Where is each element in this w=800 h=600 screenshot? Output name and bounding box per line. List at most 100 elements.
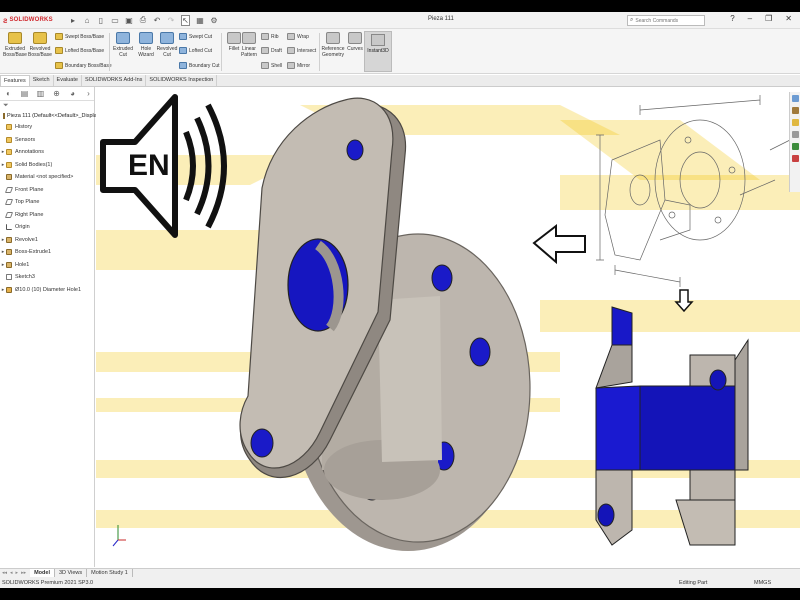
last-tab-icon[interactable]: ▸▸ <box>21 570 26 576</box>
rib-icon <box>261 33 269 40</box>
solidworks-window: ƨ SOLIDWORKS ▸ ⌂ ▯ ▭ ▣ ⎙ ↶ ↷ ↖ ▦ ⚙ Pieza… <box>0 0 800 600</box>
feature-tree-item[interactable]: ▸ Hole1 <box>0 259 94 272</box>
search-input[interactable] <box>635 17 696 24</box>
swept-cut-button[interactable]: Swept Cut <box>179 32 212 41</box>
yellow-overlay-shapes <box>96 105 800 528</box>
draft-label: Draft <box>271 47 282 54</box>
tab-addins[interactable]: SOLIDWORKS Add-Ins <box>82 75 147 86</box>
curves-button[interactable]: Curves <box>344 32 366 52</box>
expand-arrow-icon[interactable]: ▸ <box>69 16 77 25</box>
graphics-area[interactable]: EN ⌕ ⊕ ⤺ ◧ ◈ ◆ ◉ ● ◍ <box>96 87 800 567</box>
feature-tree-root[interactable]: Pieza 111 (Default<<Default>_Display <box>0 111 100 121</box>
display-manager-icon[interactable]: ◕ <box>67 89 78 98</box>
print-icon[interactable]: ⎙ <box>139 15 147 25</box>
revolved-boss-button[interactable]: Revolved Boss/Base <box>27 32 53 58</box>
feature-tree-item[interactable]: Sensors <box>0 134 94 147</box>
redo-icon[interactable]: ↷ <box>167 16 175 25</box>
section-view <box>595 306 749 546</box>
draft-button[interactable]: Draft <box>261 46 282 55</box>
feature-manager-toolbar: ◐ ▤ ▥ ⊕ ◕ › <box>0 87 94 101</box>
intersect-button[interactable]: Intersect <box>287 46 316 55</box>
undo-icon[interactable]: ↶ <box>153 16 161 25</box>
feature-tree-item[interactable]: Origin <box>0 221 94 234</box>
units-selector[interactable]: MMGS <box>754 580 771 586</box>
swept-cut-icon <box>179 33 187 40</box>
feature-tree-list: History Sensors ▸ Annotations ▸ Solid Bodies(… <box>0 121 94 296</box>
lofted-cut-button[interactable]: Lofted Cut <box>179 46 212 55</box>
shell-button[interactable]: Shell <box>261 61 282 70</box>
panel-expand-icon[interactable]: › <box>83 89 94 98</box>
filter-icon[interactable]: ⏷ <box>3 102 9 110</box>
file-explorer-icon[interactable] <box>791 119 799 126</box>
tab-inspection[interactable]: SOLIDWORKS Inspection <box>146 75 218 86</box>
first-tab-icon[interactable]: ◂◂ <box>2 570 7 576</box>
feature-tree-item[interactable]: History <box>0 121 94 134</box>
restore-button[interactable]: ❐ <box>765 14 772 23</box>
resources-icon[interactable] <box>791 95 799 102</box>
feature-tree-item[interactable]: ▸ Solid Bodies(1) <box>0 159 94 172</box>
feature-tree-item[interactable]: Material <not specified> <box>0 171 94 184</box>
solidworks-logo[interactable]: ƨ SOLIDWORKS <box>3 16 61 25</box>
rebuild-icon[interactable]: ▦ <box>196 16 204 25</box>
view-palette-icon[interactable] <box>791 131 799 138</box>
open-folder-icon[interactable]: ▭ <box>111 16 119 25</box>
design-library-icon[interactable] <box>791 107 799 114</box>
boundary-icon <box>55 62 63 69</box>
feature-tree-item[interactable]: ▸ Ø10.0 (10) Diameter Hole1 <box>0 284 94 297</box>
hole-wizard-icon <box>139 32 153 44</box>
feature-tree-icon[interactable]: ◐ <box>3 89 14 98</box>
swept-icon <box>55 33 63 40</box>
revolve-icon <box>33 32 47 44</box>
dimxpert-icon[interactable]: ⊕ <box>51 89 62 98</box>
hole-icon <box>6 286 12 293</box>
reference-geometry-label: Reference Geometry <box>321 46 345 58</box>
feature-tree-item[interactable]: ▸ Annotations <box>0 146 94 159</box>
lofted-boss-button[interactable]: Lofted Boss/Base <box>55 46 104 55</box>
part-icon <box>3 113 5 119</box>
linear-pattern-button[interactable]: Linear Pattern <box>236 32 262 58</box>
extruded-boss-button[interactable]: Extruded Boss/Base <box>2 32 28 58</box>
configuration-manager-icon[interactable]: ▥ <box>35 89 46 98</box>
rib-button[interactable]: Rib <box>261 32 279 41</box>
boundary-boss-button[interactable]: Boundary Boss/Base <box>55 61 112 70</box>
mirror-button[interactable]: Mirror <box>287 61 310 70</box>
minimize-button[interactable]: – <box>748 14 752 23</box>
flange-3d-model[interactable] <box>239 97 531 551</box>
property-manager-icon[interactable]: ▤ <box>19 89 30 98</box>
feature-tree-item[interactable]: Front Plane <box>0 184 94 197</box>
save-icon[interactable]: ▣ <box>125 16 133 25</box>
options-gear-icon[interactable]: ⚙ <box>210 16 218 25</box>
instant3d-button[interactable]: Instant3D <box>364 31 392 72</box>
feature-tree-item[interactable]: Sketch3 <box>0 271 94 284</box>
revolved-cut-button[interactable]: Revolved Cut <box>154 32 180 58</box>
feature-tree-item[interactable]: ▸ Revolve1 <box>0 234 94 247</box>
help-icon[interactable]: ? <box>730 14 734 23</box>
previous-tab-icon[interactable]: ◂ <box>10 570 13 576</box>
reference-geometry-icon <box>326 32 340 44</box>
tab-evaluate[interactable]: Evaluate <box>54 75 82 86</box>
feature-icon <box>6 261 12 268</box>
swept-boss-button[interactable]: Swept Boss/Base <box>55 32 104 41</box>
select-arrow-icon[interactable]: ↖ <box>181 14 190 26</box>
extruded-cut-icon <box>116 32 130 44</box>
reference-geometry-button[interactable]: Reference Geometry <box>320 32 346 58</box>
next-tab-icon[interactable]: ▸ <box>16 570 19 576</box>
tab-sketch[interactable]: Sketch <box>30 75 54 86</box>
feature-tree-item[interactable]: ▸ Boss-Extrude1 <box>0 246 94 259</box>
rib-label: Rib <box>271 33 279 40</box>
feature-tree-item[interactable]: Top Plane <box>0 196 94 209</box>
feature-tree-item[interactable]: Right Plane <box>0 209 94 222</box>
feature-tree-item-label: Right Plane <box>15 211 44 218</box>
close-button[interactable]: ✕ <box>785 14 792 23</box>
new-document-icon[interactable]: ▯ <box>97 16 105 25</box>
home-icon[interactable]: ⌂ <box>83 16 91 25</box>
appearances-icon[interactable] <box>791 143 799 150</box>
tab-features[interactable]: Features <box>0 75 30 86</box>
custom-properties-icon[interactable] <box>791 155 799 162</box>
search-commands-box[interactable]: ⌕ <box>627 15 705 26</box>
wrap-button[interactable]: Wrap <box>287 32 309 41</box>
ds-logo-icon: ƨ <box>3 15 8 25</box>
boundary-cut-button[interactable]: Boundary Cut <box>179 61 220 70</box>
material-icon <box>6 174 12 181</box>
command-manager-tabs: Features Sketch Evaluate SOLIDWORKS Add-… <box>0 75 800 87</box>
